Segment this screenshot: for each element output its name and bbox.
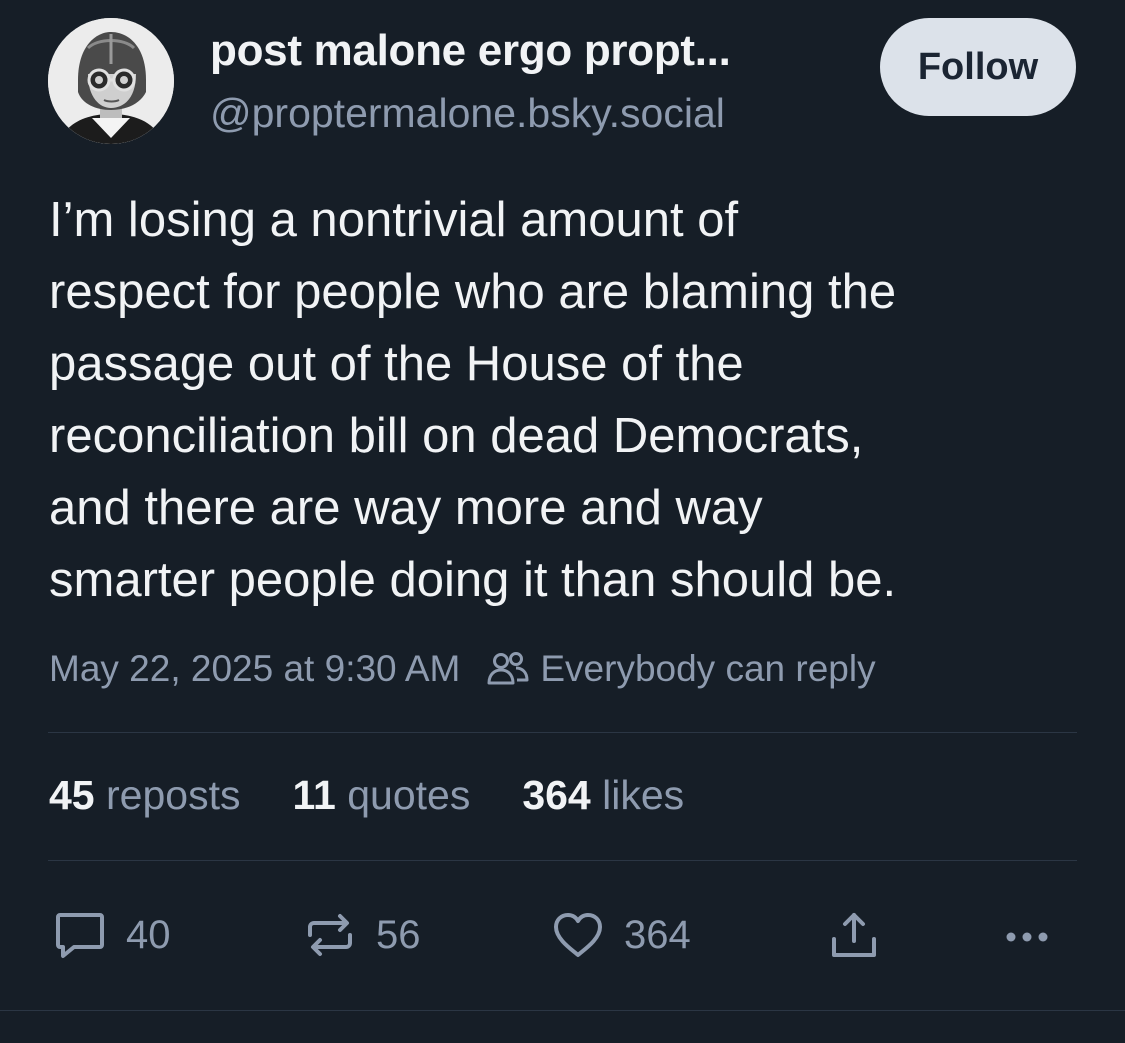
more-options-button[interactable] — [1002, 900, 1058, 970]
reply-setting[interactable]: Everybody can reply — [540, 648, 875, 690]
quotes-stat[interactable]: 11 quotes — [292, 772, 470, 819]
share-icon — [826, 907, 882, 963]
post-text-line: and there are way more and way — [49, 481, 763, 535]
likes-label: likes — [602, 772, 685, 818]
post-meta: May 22, 2025 at 9:30 AM Everybody can re… — [49, 648, 876, 690]
repost-arrows-icon — [302, 907, 358, 963]
post-text-line: I’m losing a nontrivial amount of — [49, 193, 739, 247]
reply-count: 40 — [126, 912, 171, 957]
repost-count: 56 — [376, 912, 421, 957]
like-count: 364 — [624, 912, 691, 957]
reply-button[interactable]: 40 — [52, 900, 171, 970]
heart-icon — [550, 907, 606, 963]
avatar-image — [48, 18, 174, 144]
reposts-stat[interactable]: 45 reposts — [49, 772, 240, 819]
divider — [48, 732, 1077, 733]
ellipsis-icon — [1002, 907, 1058, 963]
author-display-name[interactable]: post malone ergo propt... — [210, 26, 731, 76]
post-text-line: reconciliation bill on dead Democrats, — [49, 409, 864, 463]
post-text-line: smarter people doing it than should be. — [49, 553, 897, 607]
action-bar: 40 56 364 — [0, 900, 1125, 970]
divider — [0, 1010, 1125, 1011]
post-text-line: passage out of the House of the — [49, 337, 744, 391]
follow-button[interactable]: Follow — [880, 18, 1076, 116]
engagement-stats: 45 reposts 11 quotes 364 likes — [49, 772, 736, 819]
author-avatar[interactable] — [48, 18, 174, 144]
reposts-label: reposts — [106, 772, 241, 818]
quotes-label: quotes — [347, 772, 471, 818]
likes-count: 364 — [522, 772, 591, 818]
reply-bubble-icon — [52, 907, 108, 963]
divider — [48, 860, 1077, 861]
post-text: I’m losing a nontrivial amount of respec… — [49, 184, 1089, 616]
people-icon — [486, 649, 530, 689]
reposts-count: 45 — [49, 772, 95, 818]
post-thread-item: post malone ergo propt... @proptermalone… — [0, 0, 1125, 1043]
share-button[interactable] — [826, 900, 882, 970]
likes-stat[interactable]: 364 likes — [522, 772, 684, 819]
quotes-count: 11 — [292, 772, 336, 818]
author-handle[interactable]: @proptermalone.bsky.social — [210, 90, 725, 137]
post-text-line: respect for people who are blaming the — [49, 265, 897, 319]
post-timestamp[interactable]: May 22, 2025 at 9:30 AM — [49, 648, 460, 690]
like-button[interactable]: 364 — [550, 900, 691, 970]
repost-button[interactable]: 56 — [302, 900, 421, 970]
